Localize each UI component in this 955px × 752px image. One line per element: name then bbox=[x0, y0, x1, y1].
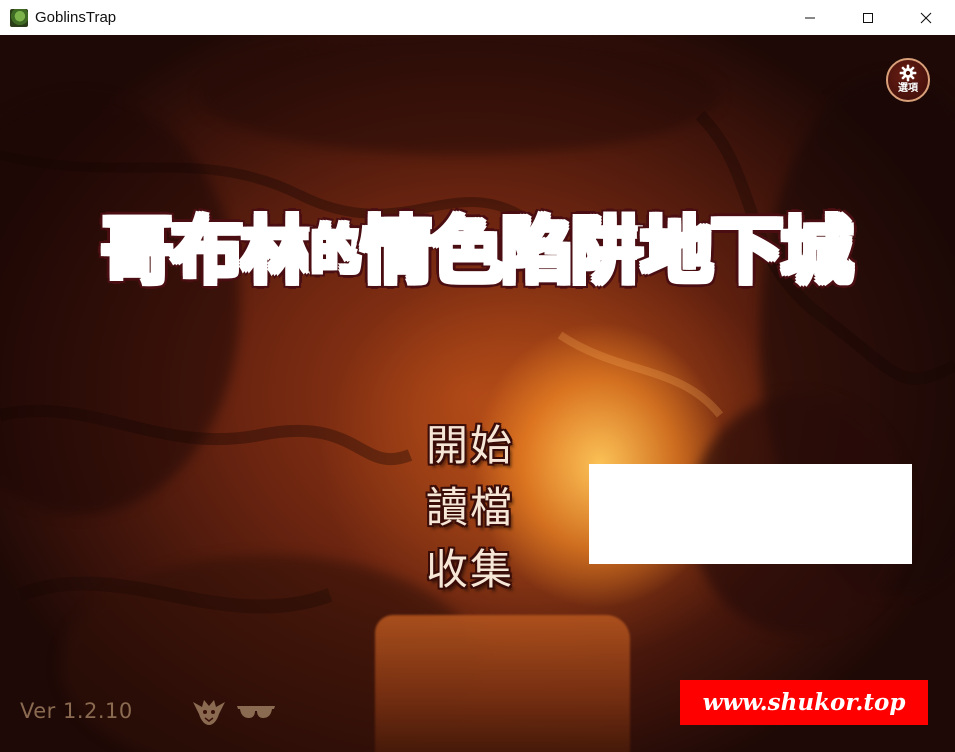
options-label: 選項 bbox=[898, 82, 918, 94]
close-icon bbox=[920, 12, 932, 23]
logo-text-goblin: 哥布林 bbox=[101, 206, 313, 296]
logo-text-particle: 的 bbox=[311, 206, 363, 296]
menu-collection[interactable]: 收集 bbox=[426, 539, 546, 601]
maximize-icon bbox=[863, 12, 873, 23]
options-button[interactable]: 選項 bbox=[886, 58, 930, 102]
app-icon bbox=[10, 8, 28, 27]
menu-start[interactable]: 開始 bbox=[426, 415, 546, 477]
close-button[interactable] bbox=[897, 0, 955, 35]
sunglasses-icon[interactable] bbox=[236, 703, 276, 721]
title-bar[interactable]: GoblinsTrap bbox=[0, 0, 955, 35]
menu-load[interactable]: 讀檔 bbox=[426, 477, 546, 539]
redaction-box bbox=[589, 464, 912, 564]
title-screen: 選項 哥布林 的 情色陷阱 地下城 開始 讀檔 收集 Ver 1.2.10 ww… bbox=[0, 35, 955, 752]
goblin-icon[interactable] bbox=[191, 694, 227, 726]
window-title: GoblinsTrap bbox=[35, 9, 117, 26]
maximize-button[interactable] bbox=[839, 0, 897, 35]
game-logo: 哥布林 的 情色陷阱 地下城 bbox=[101, 203, 853, 299]
window-controls bbox=[781, 0, 955, 35]
logo-text-dungeon: 地下城 bbox=[641, 206, 853, 296]
gear-icon bbox=[899, 64, 917, 81]
logo-text-erotic-trap: 情色陷阱 bbox=[361, 206, 643, 296]
minimize-button[interactable] bbox=[781, 0, 839, 35]
minimize-icon bbox=[805, 17, 815, 18]
game-window: GoblinsTrap 選項 哥布林 的 情色陷阱 地下城 開始 讀檔 收集 V… bbox=[0, 0, 955, 752]
cave-texture bbox=[0, 110, 955, 614]
watermark: www.shukor.top bbox=[680, 680, 928, 725]
main-menu: 開始 讀檔 收集 bbox=[426, 415, 546, 601]
version-label: Ver 1.2.10 bbox=[20, 699, 133, 723]
